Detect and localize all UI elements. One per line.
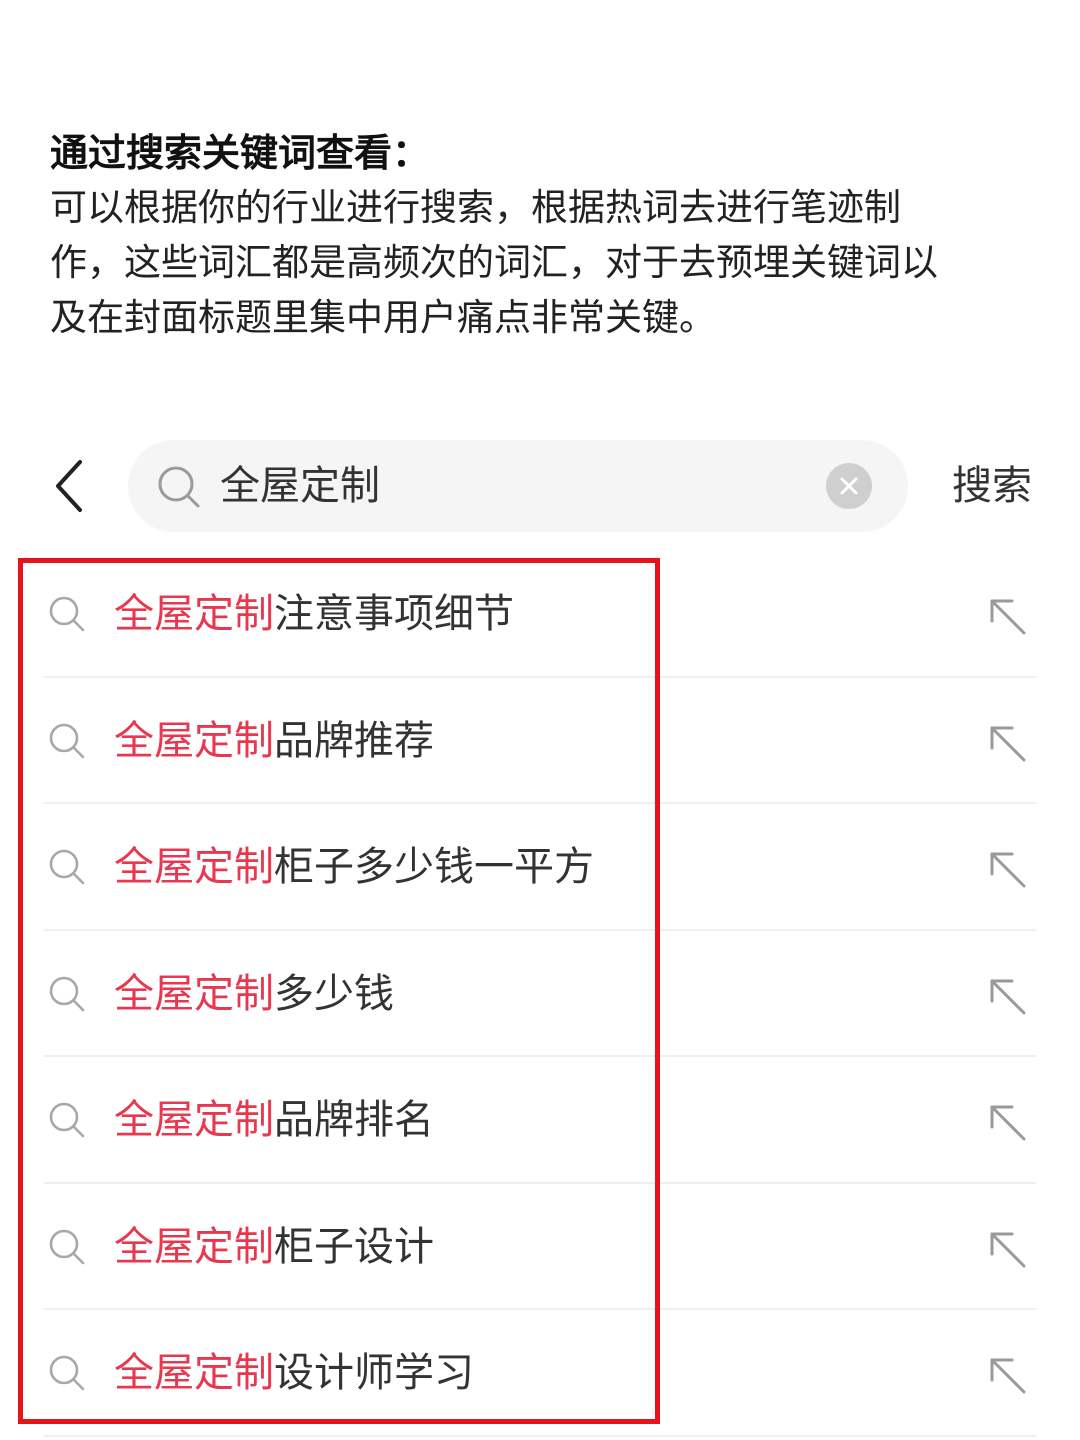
- suggestion-item[interactable]: 全屋定制设计师学习: [0, 1310, 1080, 1437]
- search-icon: [49, 976, 85, 1011]
- search-input[interactable]: [220, 440, 820, 532]
- suggestion-text: 全屋定制品牌排名: [114, 1057, 434, 1183]
- intro-body-line: 可以根据你的行业进行搜索，根据热词去进行笔迹制: [50, 186, 901, 229]
- suggestion-item[interactable]: 全屋定制柜子设计: [0, 1184, 1080, 1310]
- search-icon: [49, 1355, 85, 1391]
- suggestion-text: 全屋定制多少钱: [114, 931, 394, 1057]
- arrow-up-left-icon[interactable]: [986, 1354, 1030, 1398]
- suggestion-text: 全屋定制设计师学习: [114, 1310, 474, 1436]
- search-icon: [158, 466, 200, 508]
- search-button[interactable]: 搜索: [952, 440, 1032, 532]
- clear-button[interactable]: [826, 463, 872, 509]
- back-button[interactable]: [44, 456, 94, 516]
- suggestion-item[interactable]: 全屋定制柜子多少钱一平方: [0, 804, 1080, 931]
- suggestion-highlight: 全屋定制: [114, 717, 274, 764]
- search-icon: [49, 596, 85, 632]
- arrow-up-left-icon[interactable]: [986, 848, 1030, 892]
- suggestion-rest: 品牌推荐: [274, 717, 434, 764]
- chevron-left-icon: [56, 460, 82, 512]
- search-field-container[interactable]: [128, 440, 908, 532]
- suggestion-highlight: 全屋定制: [114, 1350, 274, 1396]
- intro-body: 可以根据你的行业进行搜索，根据热词去进行笔迹制 作，这些词汇都是高频次的词汇，对…: [50, 180, 1040, 345]
- suggestion-text: 全屋定制柜子设计: [114, 1184, 434, 1310]
- suggestion-rest: 柜子设计: [274, 1223, 434, 1270]
- divider: [44, 1434, 1036, 1437]
- search-icon: [49, 723, 85, 758]
- intro-body-line: 作，这些词汇都是高频次的词汇，对于去预埋关键词以: [50, 241, 938, 284]
- suggestion-item[interactable]: 全屋定制品牌推荐: [0, 678, 1080, 804]
- suggestion-rest: 品牌排名: [274, 1097, 434, 1143]
- suggestion-rest: 注意事项细节: [274, 591, 514, 637]
- search-icon: [49, 849, 85, 885]
- suggestion-text: 全屋定制品牌推荐: [114, 678, 434, 804]
- suggestion-rest: 设计师学习: [274, 1350, 474, 1396]
- arrow-up-left-icon[interactable]: [986, 975, 1030, 1019]
- suggestion-highlight: 全屋定制: [114, 1097, 274, 1143]
- suggestion-item[interactable]: 全屋定制注意事项细节: [0, 551, 1080, 678]
- intro-heading: 通过搜索关键词查看：: [50, 131, 431, 175]
- intro-section: 通过搜索关键词查看： 可以根据你的行业进行搜索，根据热词去进行笔迹制 作，这些词…: [50, 126, 1040, 345]
- suggestion-highlight: 全屋定制: [114, 1223, 274, 1270]
- suggestion-rest: 多少钱: [274, 970, 394, 1017]
- intro-body-line: 及在封面标题里集中用户痛点非常关键。: [50, 296, 716, 339]
- suggestion-highlight: 全屋定制: [114, 844, 274, 890]
- suggestion-highlight: 全屋定制: [114, 591, 274, 637]
- suggestion-rest: 柜子多少钱一平方: [274, 844, 594, 890]
- suggestion-highlight: 全屋定制: [114, 970, 274, 1017]
- search-icon: [49, 1102, 85, 1138]
- arrow-up-left-icon[interactable]: [986, 595, 1030, 639]
- close-icon: [840, 477, 858, 495]
- search-icon: [49, 1229, 85, 1264]
- arrow-up-left-icon[interactable]: [986, 1228, 1030, 1272]
- suggestion-text: 全屋定制注意事项细节: [114, 551, 514, 677]
- suggestion-list: 全屋定制注意事项细节 全屋定制品牌推荐 全屋定制柜子多少钱一平方 全屋定制多少钱…: [0, 551, 1080, 1437]
- suggestion-item[interactable]: 全屋定制品牌排名: [0, 1057, 1080, 1184]
- suggestion-item[interactable]: 全屋定制多少钱: [0, 931, 1080, 1057]
- arrow-up-left-icon[interactable]: [986, 1101, 1030, 1145]
- arrow-up-left-icon[interactable]: [986, 722, 1030, 766]
- search-bar: 搜索: [0, 440, 1080, 532]
- suggestion-text: 全屋定制柜子多少钱一平方: [114, 804, 594, 930]
